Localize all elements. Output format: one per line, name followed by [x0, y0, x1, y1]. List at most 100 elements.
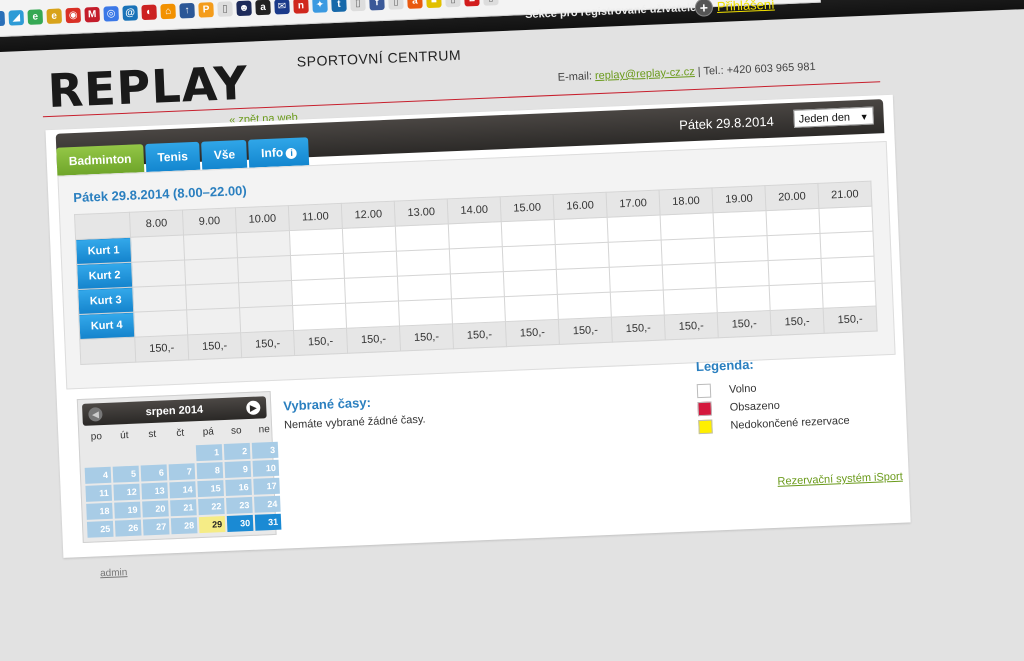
- slot-cell[interactable]: [451, 296, 506, 324]
- bookmark-icon[interactable]: ◐: [141, 3, 157, 20]
- calendar-day[interactable]: 30: [226, 514, 254, 532]
- calendar-day[interactable]: 4: [84, 466, 112, 484]
- slot-cell[interactable]: [344, 276, 399, 304]
- slot-cell[interactable]: [395, 223, 450, 252]
- calendar-day[interactable]: 19: [114, 501, 141, 519]
- bookmark-icon[interactable]: L: [464, 0, 480, 7]
- bookmark-icon[interactable]: ✉: [274, 0, 290, 15]
- slot-cell[interactable]: [660, 212, 715, 241]
- calendar-day[interactable]: 18: [86, 502, 113, 520]
- slot-cell[interactable]: [342, 226, 397, 254]
- slot-cell[interactable]: [345, 301, 400, 329]
- calendar-day[interactable]: 22: [198, 498, 225, 516]
- slot-cell[interactable]: [504, 294, 559, 322]
- bookmark-icon[interactable]: ◉: [65, 7, 81, 23]
- slot-cell[interactable]: [290, 253, 345, 281]
- isport-link[interactable]: Rezervační systém iSport: [777, 471, 903, 488]
- bookmark-icon[interactable]: M: [84, 6, 100, 22]
- slot-cell[interactable]: [132, 284, 187, 313]
- calendar-day[interactable]: 1: [195, 444, 223, 462]
- slot-cell[interactable]: [449, 246, 504, 274]
- slot-cell[interactable]: [819, 231, 874, 259]
- calendar-day[interactable]: 25: [86, 520, 114, 538]
- slot-cell[interactable]: [236, 230, 291, 258]
- slot-cell[interactable]: [714, 235, 769, 263]
- slot-cell[interactable]: [130, 235, 185, 263]
- calendar-day[interactable]: 7: [168, 463, 196, 481]
- slot-cell[interactable]: [662, 262, 717, 290]
- bookmark-icon[interactable]: ▯: [483, 0, 499, 6]
- slot-cell[interactable]: [713, 210, 768, 238]
- admin-link[interactable]: admin: [100, 567, 128, 579]
- plus-icon[interactable]: +: [694, 0, 714, 17]
- slot-cell[interactable]: [501, 219, 556, 247]
- calendar-day[interactable]: 23: [226, 496, 253, 514]
- bookmark-icon[interactable]: ▯: [350, 0, 366, 11]
- bookmark-icon[interactable]: a: [407, 0, 423, 9]
- period-select[interactable]: Jeden den ▼: [793, 106, 874, 128]
- slot-cell[interactable]: [609, 265, 664, 293]
- calendar-day[interactable]: 2: [223, 442, 251, 461]
- bookmark-icon[interactable]: ✦: [312, 0, 328, 13]
- slot-cell[interactable]: [502, 244, 557, 272]
- slot-cell[interactable]: [183, 232, 238, 260]
- bookmark-icon[interactable]: ◢: [8, 9, 25, 26]
- slot-cell[interactable]: [238, 280, 293, 308]
- slot-cell[interactable]: [716, 285, 771, 313]
- bookmark-icon[interactable]: ↑: [179, 2, 195, 18]
- slot-cell[interactable]: [291, 278, 346, 306]
- calendar-day[interactable]: 9: [224, 460, 252, 478]
- slot-cell[interactable]: [822, 281, 877, 309]
- bookmark-icon[interactable]: ◎: [103, 5, 119, 22]
- prev-month-icon[interactable]: ◀: [88, 407, 103, 422]
- slot-cell[interactable]: [396, 248, 451, 277]
- slot-cell[interactable]: [239, 305, 294, 333]
- bookmark-icon[interactable]: ▯: [388, 0, 404, 10]
- slot-cell[interactable]: [185, 282, 240, 310]
- login-link[interactable]: Přihlášení: [717, 0, 775, 14]
- calendar-day[interactable]: 5: [112, 465, 140, 483]
- slot-cell[interactable]: [554, 217, 609, 245]
- calendar-day[interactable]: 26: [114, 519, 142, 537]
- bookmark-icon[interactable]: a: [255, 0, 271, 15]
- slot-cell[interactable]: [608, 240, 663, 268]
- slot-cell[interactable]: [133, 309, 188, 338]
- slot-cell[interactable]: [769, 283, 824, 311]
- bookmark-icon[interactable]: ▯: [217, 0, 233, 17]
- slot-cell[interactable]: [767, 233, 822, 261]
- slot-cell[interactable]: [186, 307, 241, 335]
- calendar-day[interactable]: 16: [225, 478, 252, 496]
- slot-cell[interactable]: [821, 256, 876, 284]
- slot-cell[interactable]: [556, 267, 611, 295]
- slot-cell[interactable]: [661, 237, 716, 266]
- calendar-day[interactable]: 14: [169, 481, 196, 499]
- slot-cell[interactable]: [237, 255, 292, 283]
- bookmark-icon[interactable]: @: [122, 4, 138, 21]
- slot-cell[interactable]: [765, 208, 820, 236]
- bookmark-icon[interactable]: ☻: [236, 0, 252, 16]
- tab-badminton[interactable]: Badminton: [56, 144, 145, 176]
- slot-cell[interactable]: [555, 242, 610, 270]
- slot-cell[interactable]: [768, 258, 823, 286]
- bookmark-icon[interactable]: e: [27, 8, 44, 25]
- slot-cell[interactable]: [131, 259, 186, 288]
- slot-cell[interactable]: [450, 271, 505, 299]
- slot-cell[interactable]: [557, 292, 612, 320]
- email-link[interactable]: replay@replay-cz.cz: [595, 66, 695, 82]
- bookmark-icon[interactable]: ▲: [0, 10, 6, 26]
- calendar-day[interactable]: 11: [85, 484, 113, 502]
- bookmark-icon[interactable]: ■: [426, 0, 442, 8]
- bookmark-icon[interactable]: f: [369, 0, 385, 11]
- slot-cell[interactable]: [397, 273, 452, 302]
- calendar-day-today[interactable]: 29: [198, 516, 226, 534]
- slot-cell[interactable]: [503, 269, 558, 297]
- calendar-day[interactable]: 3: [251, 441, 279, 459]
- calendar-day[interactable]: 10: [252, 459, 280, 477]
- slot-cell[interactable]: [398, 298, 453, 327]
- tab-info[interactable]: Info i: [248, 137, 310, 168]
- bookmark-icon[interactable]: ▯: [445, 0, 461, 7]
- slot-cell[interactable]: [663, 287, 718, 315]
- bookmark-icon[interactable]: P: [198, 1, 214, 18]
- slot-cell[interactable]: [448, 221, 503, 249]
- slot-cell[interactable]: [184, 257, 239, 285]
